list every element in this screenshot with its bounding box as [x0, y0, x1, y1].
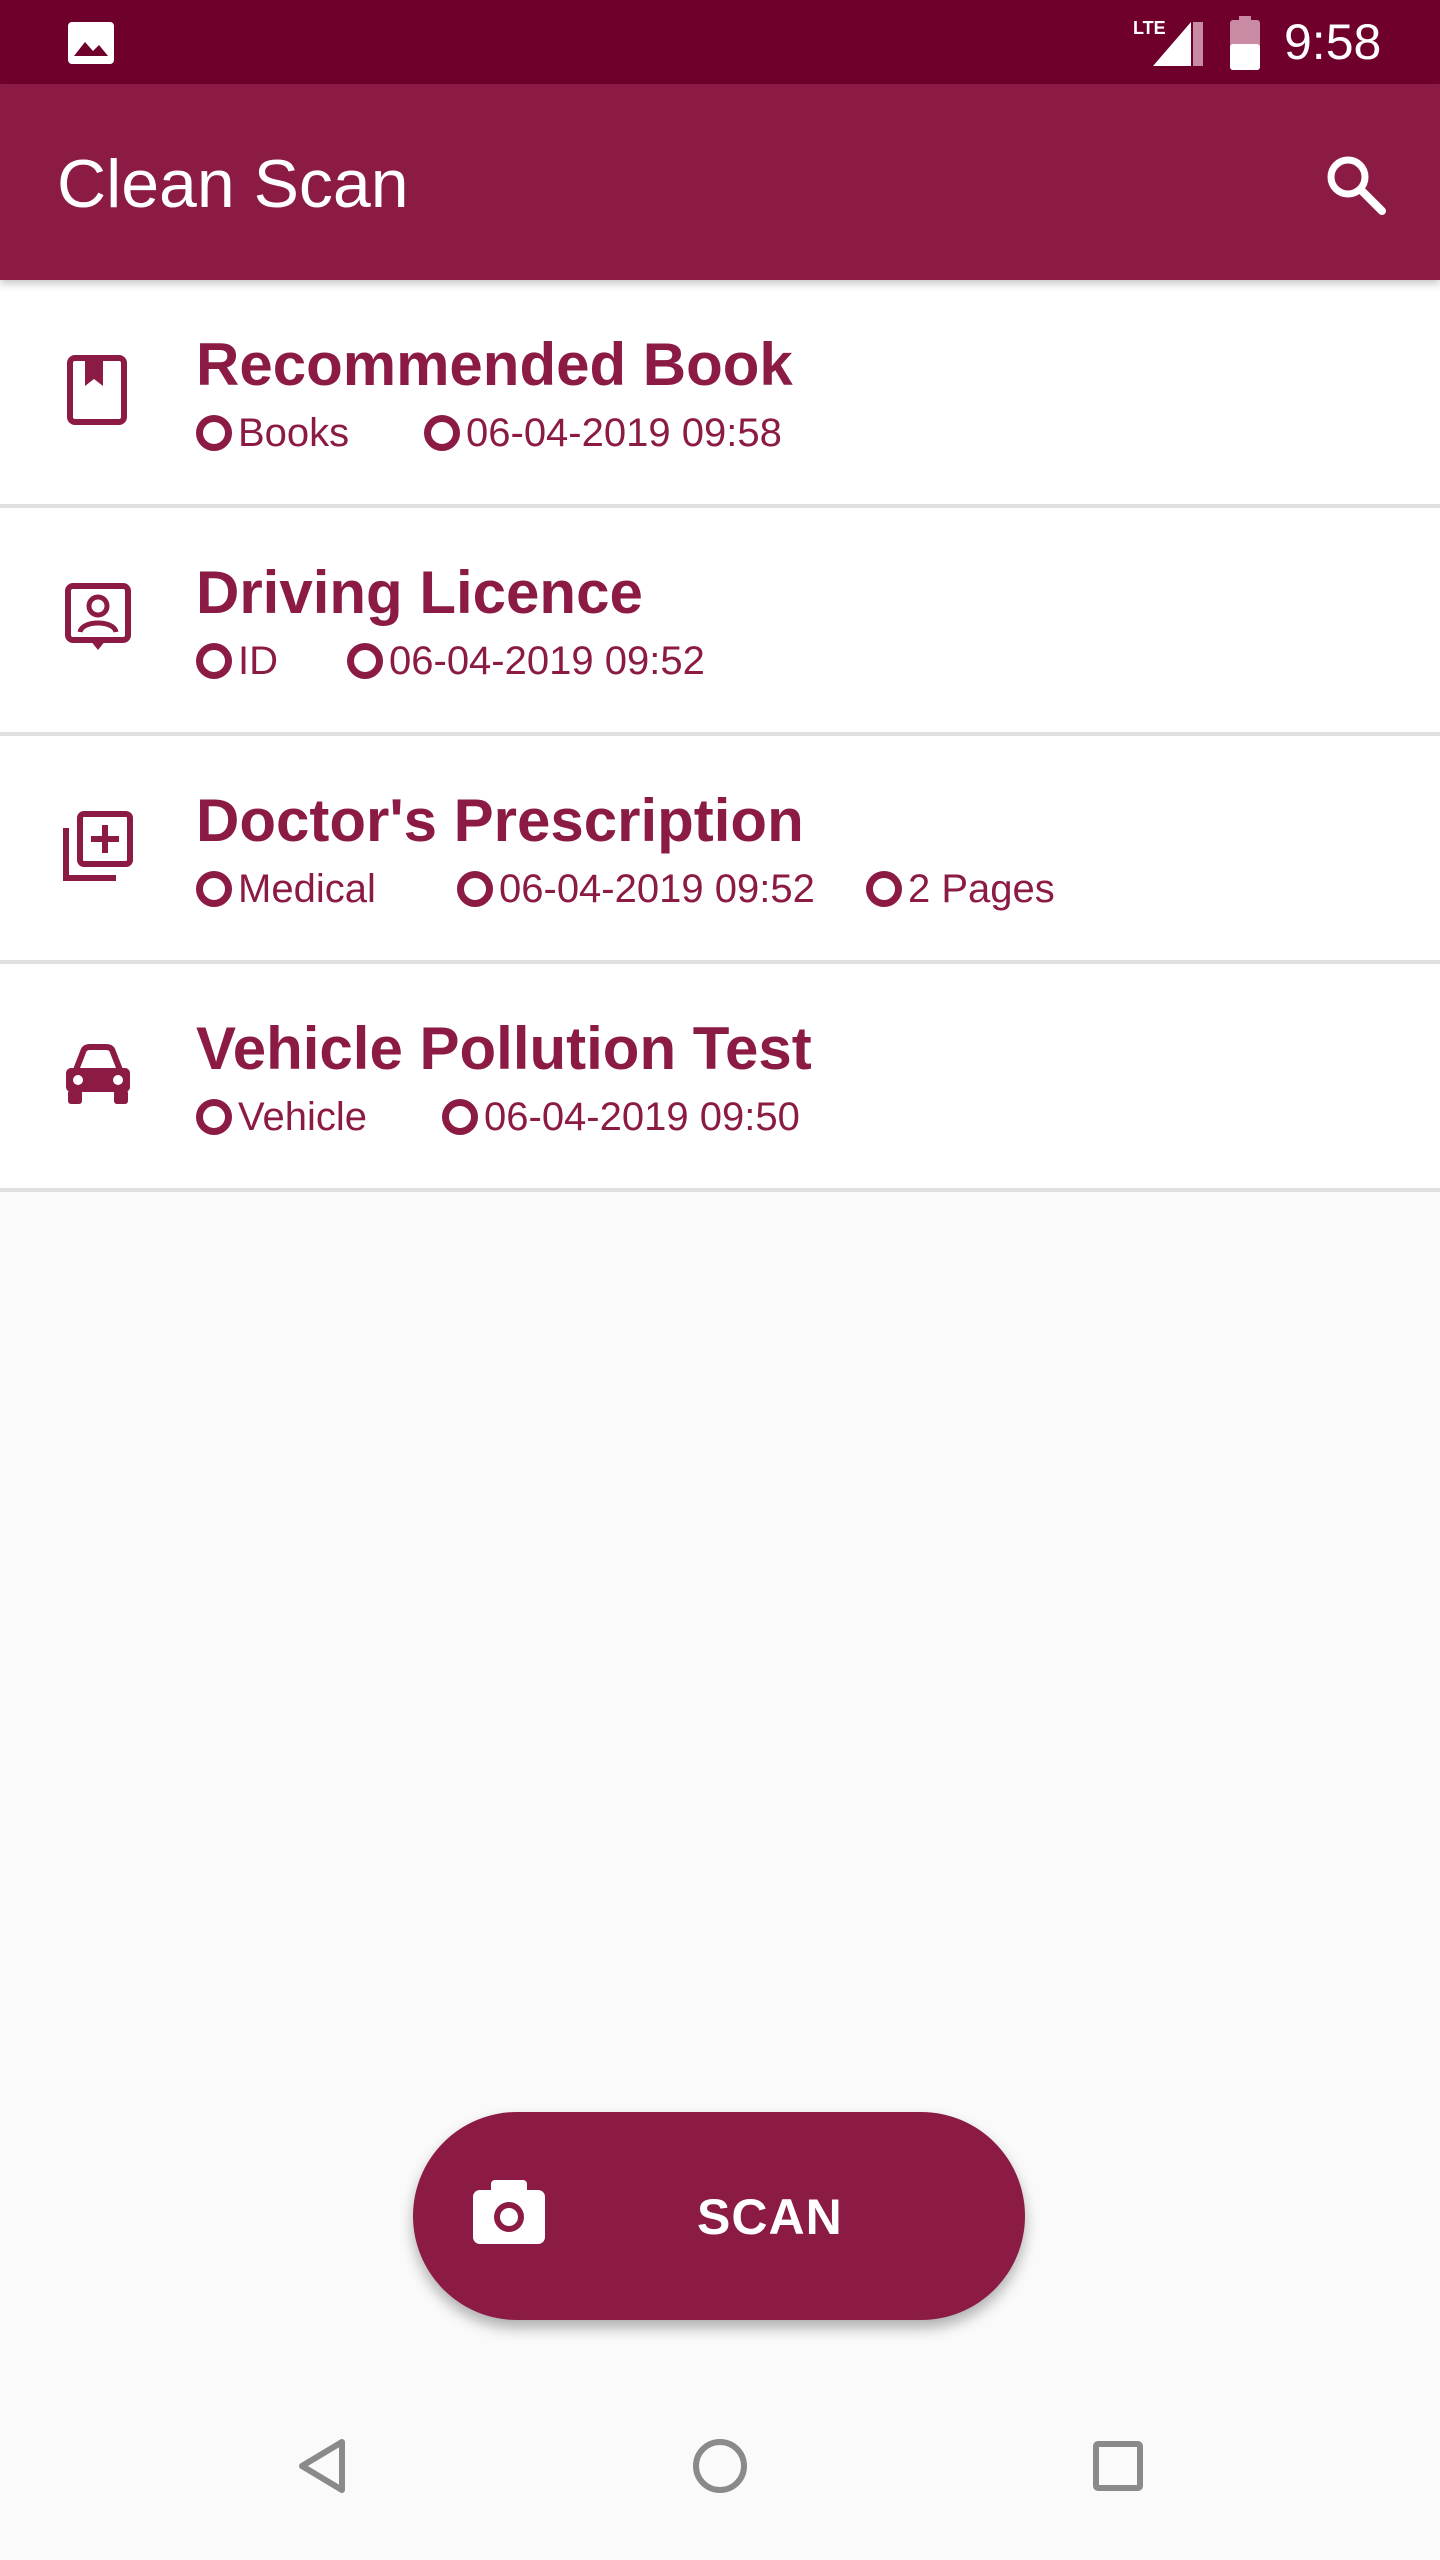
scan-button-label: SCAN	[697, 2189, 843, 2245]
app-title: Clean Scan	[57, 146, 409, 222]
app-bar: Clean Scan	[0, 84, 1440, 280]
camera-icon	[473, 2180, 545, 2244]
document-category: ID	[196, 638, 278, 684]
back-button[interactable]	[282, 2426, 362, 2506]
category-label: ID	[238, 638, 278, 683]
search-button[interactable]	[1315, 144, 1395, 224]
circle-icon	[424, 415, 460, 451]
timestamp-label: 06-04-2019 09:52	[389, 638, 705, 683]
recents-button[interactable]	[1078, 2426, 1158, 2506]
circle-icon	[347, 643, 383, 679]
document-category: Vehicle	[196, 1094, 367, 1140]
category-label: Books	[238, 410, 350, 455]
circle-icon	[196, 643, 232, 679]
scan-button[interactable]: SCAN	[413, 2112, 1025, 2320]
home-button[interactable]	[680, 2426, 760, 2506]
signal-icon: LTE	[1133, 18, 1203, 66]
document-category: Medical	[196, 866, 376, 912]
book-icon	[67, 355, 127, 425]
recents-square-icon	[1093, 2441, 1143, 2491]
back-triangle-icon	[299, 2439, 345, 2493]
document-title: Vehicle Pollution Test	[196, 1015, 812, 1082]
image-icon	[68, 22, 114, 64]
list-item[interactable]: Recommended Book Books 06-04-2019 09:58	[0, 280, 1440, 508]
document-title: Doctor's Prescription	[196, 787, 804, 854]
timestamp-label: 06-04-2019 09:50	[484, 1094, 800, 1139]
status-bar: LTE 9:58	[0, 0, 1440, 84]
document-timestamp: 06-04-2019 09:50	[442, 1094, 800, 1140]
timestamp-label: 06-04-2019 09:52	[499, 866, 815, 911]
document-timestamp: 06-04-2019 09:52	[457, 866, 815, 912]
document-timestamp: 06-04-2019 09:58	[424, 410, 782, 456]
navigation-bar	[0, 2380, 1440, 2560]
contact-id-icon	[65, 583, 131, 650]
document-pages: 2 Pages	[866, 866, 1055, 912]
car-icon	[66, 1044, 130, 1104]
pages-label: 2 Pages	[908, 866, 1055, 911]
timestamp-label: 06-04-2019 09:58	[466, 410, 782, 455]
circle-icon	[442, 1099, 478, 1135]
category-label: Medical	[238, 866, 376, 911]
home-circle-icon	[693, 2439, 747, 2493]
circle-icon	[866, 871, 902, 907]
medical-add-icon	[63, 811, 133, 881]
document-category: Books	[196, 410, 349, 456]
status-clock: 9:58	[1284, 14, 1382, 70]
document-title: Recommended Book	[196, 331, 793, 398]
circle-icon	[196, 871, 232, 907]
document-timestamp: 06-04-2019 09:52	[347, 638, 705, 684]
list-item[interactable]: Driving Licence ID 06-04-2019 09:52	[0, 508, 1440, 736]
circle-icon	[457, 871, 493, 907]
circle-icon	[196, 415, 232, 451]
document-title: Driving Licence	[196, 559, 643, 626]
list-item[interactable]: Doctor's Prescription Medical 06-04-2019…	[0, 736, 1440, 964]
circle-icon	[196, 1099, 232, 1135]
search-icon	[1327, 156, 1386, 215]
document-list: Recommended Book Books 06-04-2019 09:58 …	[0, 280, 1440, 1192]
list-item[interactable]: Vehicle Pollution Test Vehicle 06-04-201…	[0, 964, 1440, 1192]
category-label: Vehicle	[238, 1094, 367, 1139]
battery-icon	[1230, 16, 1260, 70]
network-type-label: LTE	[1133, 18, 1166, 38]
